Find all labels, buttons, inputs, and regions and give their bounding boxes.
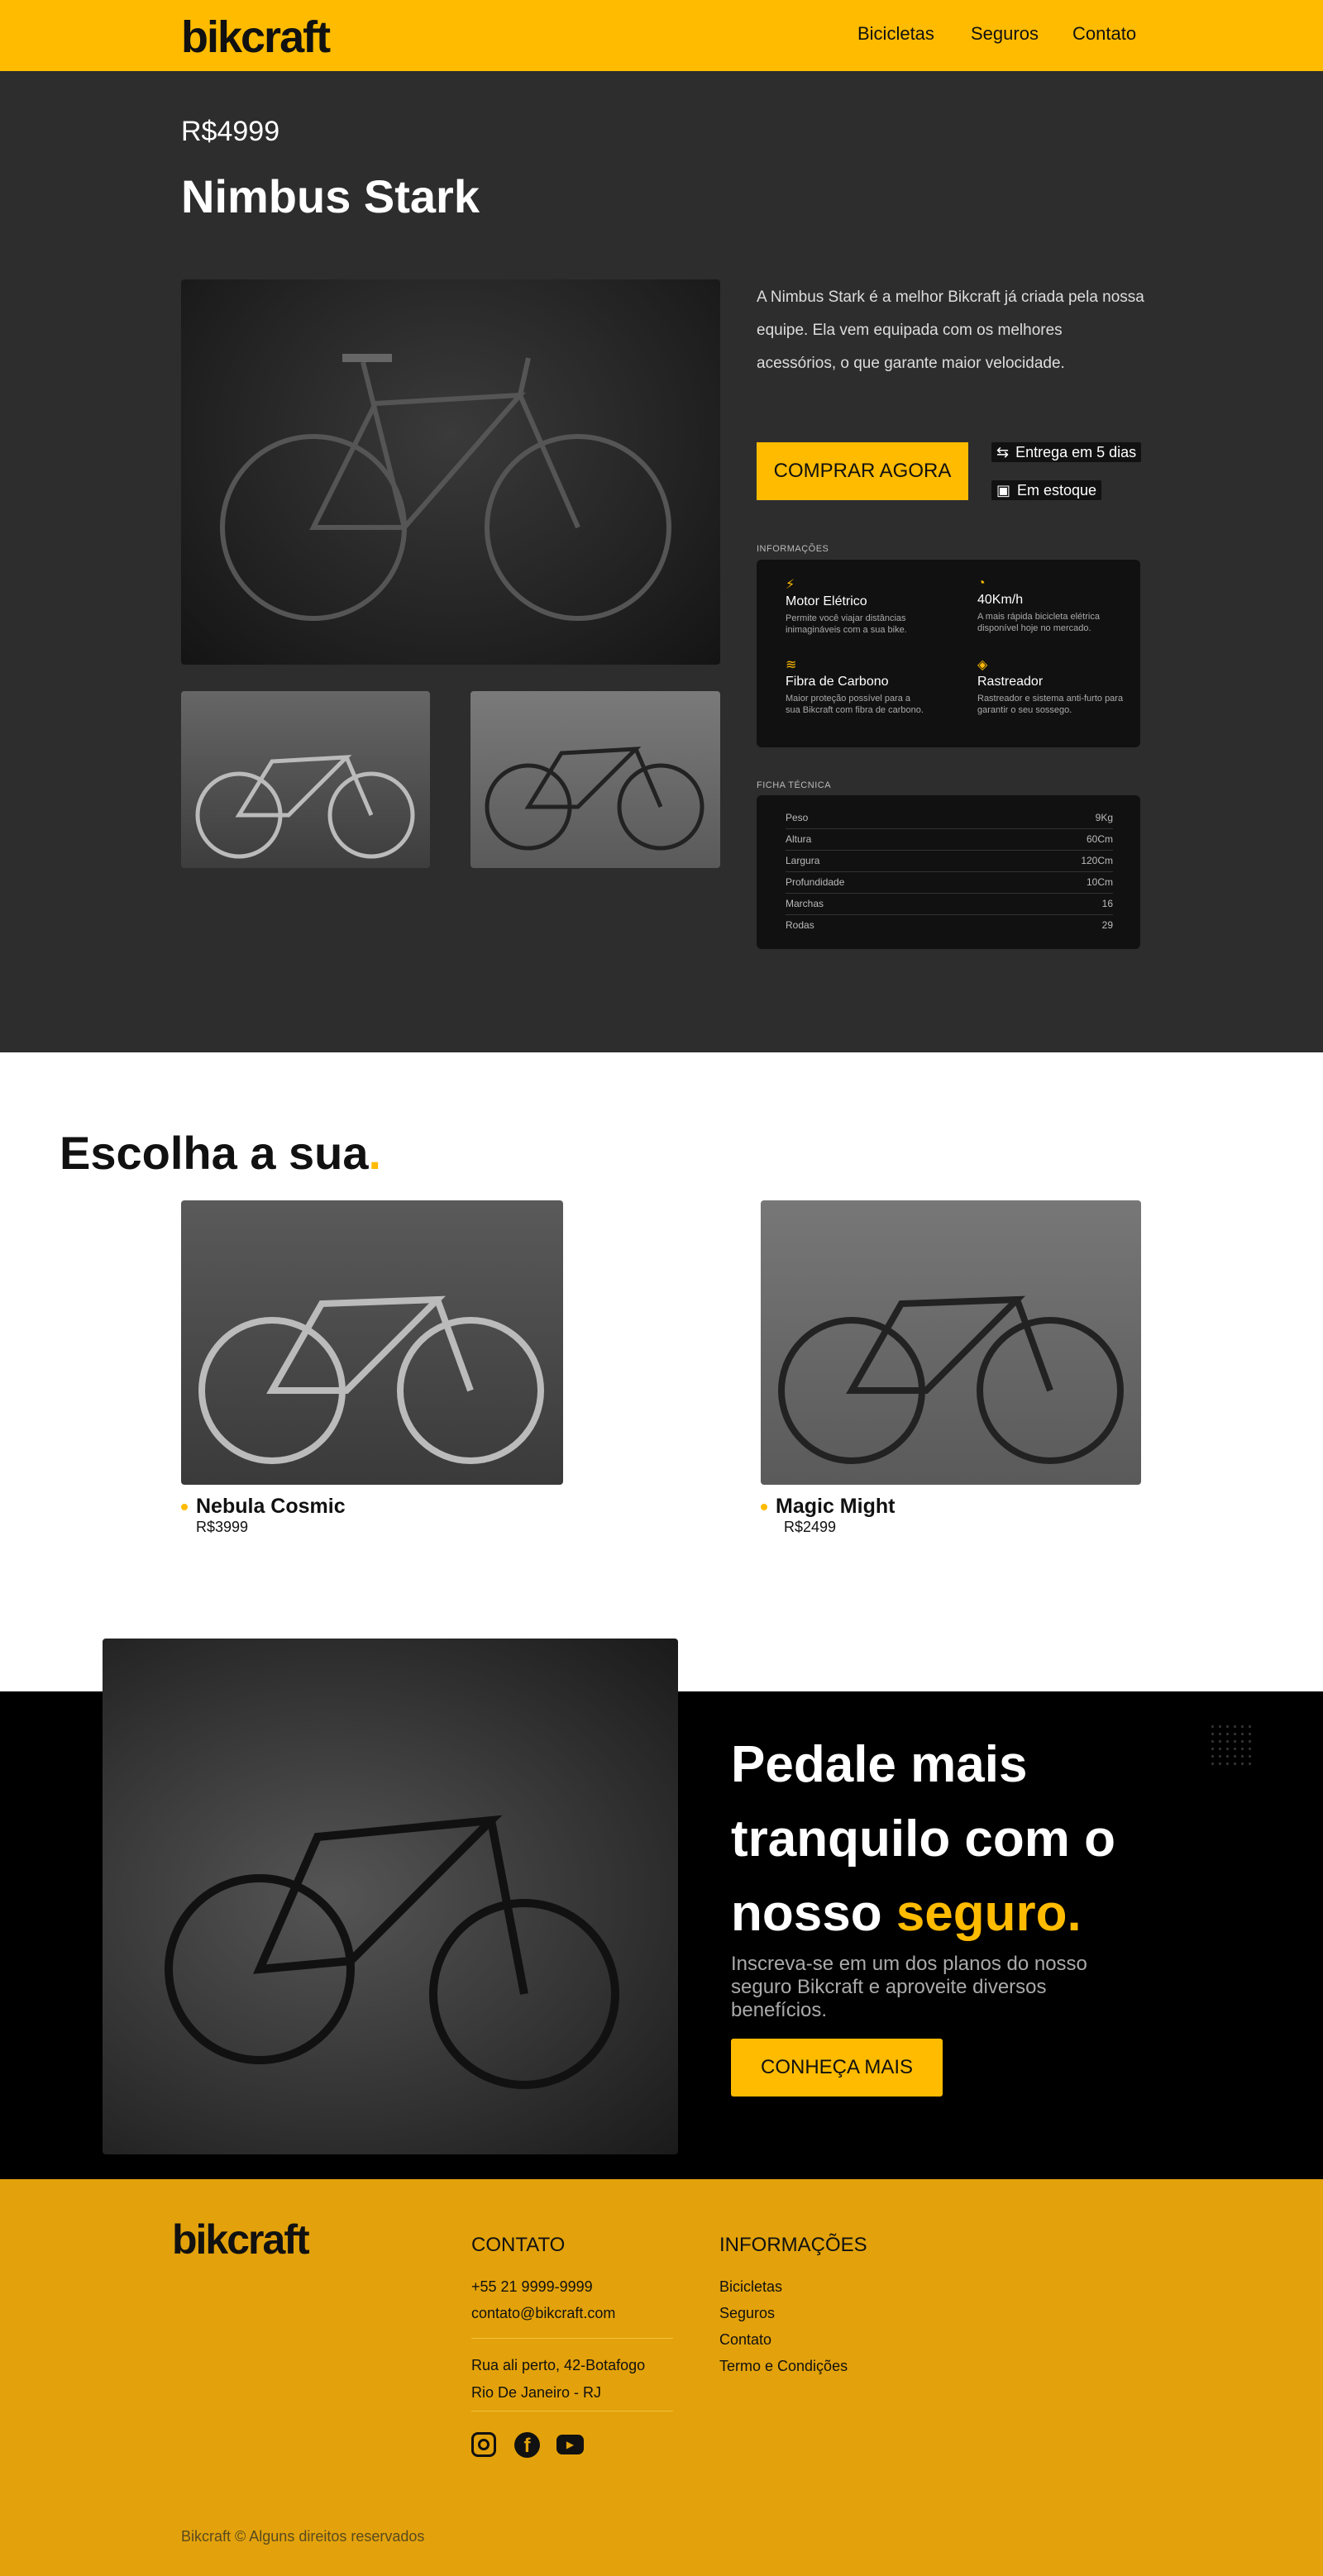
spec-row: Largura 120Cm <box>786 855 1113 872</box>
spec-label: FICHA TÉCNICA <box>757 780 832 790</box>
feature-tracker: ◈ Rastreador Rastreador e sistema anti-f… <box>977 656 1126 716</box>
product-card-photo-magic[interactable] <box>761 1200 1141 1485</box>
bullet-dot <box>761 1504 767 1511</box>
footer-link-termos[interactable]: Termo e Condições <box>719 2358 848 2375</box>
truck-icon: ⇆ <box>996 443 1010 460</box>
choose-title: Escolha a sua. <box>60 1127 382 1179</box>
footer-email[interactable]: contato@bikcraft.com <box>471 2305 615 2322</box>
box-icon: ▣ <box>996 481 1011 499</box>
feature-motor: ⚡ Motor Elétrico Permite você viajar dis… <box>786 576 934 636</box>
bullet-dot <box>181 1504 188 1511</box>
footer-contact-title: CONTATO <box>471 2234 566 2256</box>
product-price: R$4999 <box>181 116 280 147</box>
spec-row: Marchas 16 <box>786 898 1113 915</box>
spec-row: Profundidade 10Cm <box>786 876 1113 894</box>
thumbnail-photo-2[interactable] <box>470 691 720 868</box>
layers-icon: ≋ <box>786 658 797 672</box>
facebook-icon[interactable]: f <box>514 2432 540 2458</box>
footer-info-title: INFORMAÇÕES <box>719 2234 867 2256</box>
stock-badge: ▣ Em estoque <box>991 480 1102 500</box>
footer-address-2: Rio De Janeiro - RJ <box>471 2384 602 2401</box>
info-label: INFORMAÇÕES <box>757 544 829 554</box>
product-card-photo-nebula[interactable] <box>181 1200 563 1485</box>
buy-now-button[interactable]: COMPRAR AGORA <box>757 442 968 500</box>
spec-row: Rodas 29 <box>786 919 1113 931</box>
delivery-badge: ⇆ Entrega em 5 dias <box>991 442 1142 462</box>
nav-bicicletas[interactable]: Bicicletas <box>857 23 934 45</box>
product-description: A Nimbus Stark é a melhor Bikcraft já cr… <box>757 289 1144 372</box>
spec-row: Altura 60Cm <box>786 833 1113 851</box>
tracker-icon: ◈ <box>977 658 988 672</box>
main-product-photo <box>181 279 720 665</box>
footer-phone[interactable]: +55 21 9999-9999 <box>471 2278 593 2296</box>
insurance-photo <box>103 1639 678 2154</box>
spec-row: Peso 9Kg <box>786 812 1113 829</box>
product-card-magic[interactable]: Magic Might R$2499 <box>761 1495 895 1536</box>
footer-link-bicicletas[interactable]: Bicicletas <box>719 2278 782 2296</box>
instagram-icon[interactable] <box>471 2432 496 2457</box>
product-card-nebula[interactable]: Nebula Cosmic R$3999 <box>181 1495 346 1536</box>
nav-contato[interactable]: Contato <box>1072 23 1136 45</box>
feature-carbon: ≋ Fibra de Carbono Maior proteção possív… <box>786 656 926 716</box>
bike-illustration <box>220 354 671 621</box>
insurance-subtitle: Inscreva-se em um dos planos do nosso se… <box>731 1953 1087 2021</box>
nav-seguros[interactable]: Seguros <box>971 23 1039 45</box>
product-title: Nimbus Stark <box>181 170 480 222</box>
learn-more-button[interactable]: CONHEÇA MAIS <box>731 2039 943 2097</box>
footer-address-1: Rua ali perto, 42-Botafogo <box>471 2357 646 2373</box>
footer-link-contato[interactable]: Contato <box>719 2331 771 2349</box>
insurance-title: Pedale mais tranquilo com o nosso seguro… <box>731 1736 1115 1942</box>
feature-speed: ◔ 40Km/h A mais rápida bicicleta elétric… <box>977 576 1126 634</box>
footer-link-seguros[interactable]: Seguros <box>719 2305 775 2322</box>
speedometer-icon: ◔ <box>977 576 986 590</box>
bolt-icon: ⚡ <box>786 578 795 592</box>
logo[interactable]: bikcraft <box>181 12 331 63</box>
youtube-icon[interactable]: ▶ <box>556 2435 584 2454</box>
divider <box>471 2338 673 2339</box>
footer-logo[interactable]: bikcraft <box>172 2216 310 2264</box>
thumbnail-photo-1[interactable] <box>181 691 430 868</box>
copyright: Bikcraft © Alguns direitos reservados <box>181 2528 425 2545</box>
